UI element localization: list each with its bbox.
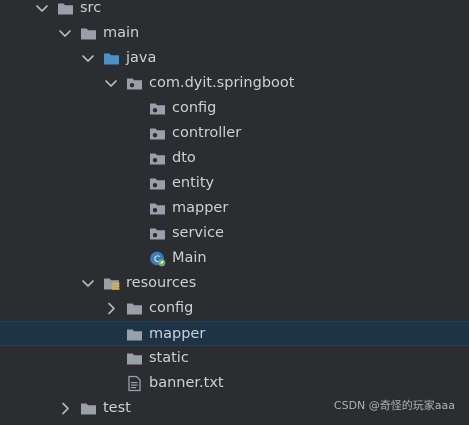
chevron-right-icon[interactable] — [57, 396, 73, 421]
package-icon — [149, 125, 166, 142]
package-icon — [149, 225, 166, 242]
chevron-down-icon[interactable] — [34, 0, 50, 21]
tree-item-main[interactable]: main — [0, 21, 469, 46]
tree-item-label: controller — [172, 125, 242, 141]
tree-item-dto[interactable]: dto — [0, 146, 469, 171]
chevron-down-icon[interactable] — [80, 271, 96, 296]
folder-icon — [57, 0, 74, 17]
tree-item-config[interactable]: config — [0, 296, 469, 321]
tree-item-main[interactable]: C Main — [0, 246, 469, 271]
chevron-down-icon[interactable] — [57, 21, 73, 46]
tree-item-label: java — [126, 50, 157, 66]
package-icon — [149, 150, 166, 167]
tree-item-entity[interactable]: entity — [0, 171, 469, 196]
chevron-down-icon[interactable] — [103, 71, 119, 96]
tree-item-label: config — [149, 300, 194, 316]
tree-item-mapper[interactable]: mapper — [0, 196, 469, 221]
tree-item-service[interactable]: service — [0, 221, 469, 246]
tree-item-label: config — [172, 100, 217, 116]
tree-item-banner-txt[interactable]: banner.txt — [0, 371, 469, 396]
tree-item-label: banner.txt — [149, 375, 224, 391]
tree-item-resources[interactable]: resources — [0, 271, 469, 296]
tree-item-label: test — [103, 400, 131, 416]
package-icon — [149, 175, 166, 192]
chevron-down-icon[interactable] — [80, 46, 96, 71]
source-root-folder-icon — [103, 50, 120, 67]
tree-item-mapper[interactable]: mapper — [0, 321, 469, 346]
folder-icon — [126, 326, 143, 343]
tree-item-src[interactable]: src — [0, 0, 469, 21]
watermark: CSDN @奇怪的玩家aaa — [333, 399, 455, 412]
tree-item-java[interactable]: java — [0, 46, 469, 71]
resources-folder-icon — [103, 275, 120, 292]
folder-icon — [80, 25, 97, 42]
tree-item-controller[interactable]: controller — [0, 121, 469, 146]
tree-item-label: entity — [172, 175, 215, 191]
tree-item-label: service — [172, 225, 224, 241]
folder-icon — [126, 350, 143, 367]
tree-item-label: resources — [126, 275, 197, 291]
text-file-icon — [126, 375, 143, 392]
package-icon — [149, 100, 166, 117]
tree-item-label: src — [80, 0, 102, 16]
package-icon — [126, 75, 143, 92]
tree-item-label: mapper — [149, 326, 206, 342]
tree-item-com-dyit-springboot[interactable]: com.dyit.springboot — [0, 71, 469, 96]
project-tree: src main java com.dyit.springboot config… — [0, 0, 469, 422]
tree-item-label: com.dyit.springboot — [149, 75, 295, 91]
tree-item-label: dto — [172, 150, 196, 166]
folder-icon — [126, 300, 143, 317]
tree-item-label: static — [149, 350, 189, 366]
tree-item-label: main — [103, 25, 140, 41]
tree-item-label: mapper — [172, 200, 229, 216]
tree-item-static[interactable]: static — [0, 346, 469, 371]
chevron-right-icon[interactable] — [103, 296, 119, 321]
tree-item-label: Main — [172, 250, 207, 266]
package-icon — [149, 200, 166, 217]
spring-boot-class-icon: C — [149, 250, 166, 267]
folder-icon — [80, 400, 97, 417]
tree-item-config[interactable]: config — [0, 96, 469, 121]
